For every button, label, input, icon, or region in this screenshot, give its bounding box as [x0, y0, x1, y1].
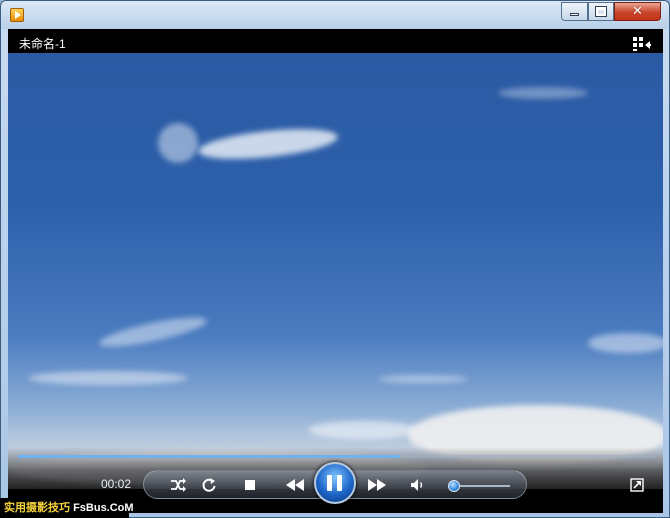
- repeat-icon: [202, 478, 216, 492]
- shuffle-button[interactable]: [166, 475, 190, 495]
- repeat-button[interactable]: [197, 475, 221, 495]
- sky-cloud: [308, 421, 418, 439]
- video-display[interactable]: [8, 53, 663, 489]
- shuffle-icon: [171, 478, 186, 492]
- pause-icon: [327, 475, 332, 491]
- next-button[interactable]: [363, 475, 391, 495]
- media-title: 未命名-1: [19, 37, 66, 51]
- media-player-window: ✕ 未命名-1 00:02: [0, 0, 670, 518]
- elapsed-time: 00:02: [101, 477, 132, 491]
- sky-cloud: [378, 375, 468, 383]
- maximize-button[interactable]: [588, 2, 614, 21]
- seek-bar[interactable]: [18, 455, 654, 458]
- sky-cloud: [498, 87, 588, 99]
- fullscreen-button[interactable]: [625, 475, 649, 495]
- seek-progress: [18, 455, 400, 458]
- previous-icon: [286, 479, 304, 491]
- pause-button[interactable]: [314, 462, 356, 504]
- player-area: 未命名-1 00:02: [8, 29, 663, 513]
- app-icon[interactable]: [10, 8, 24, 22]
- now-playing-bar: 未命名-1: [8, 29, 663, 53]
- title-bar[interactable]: ✕: [1, 1, 669, 29]
- sky-cloud: [97, 311, 209, 353]
- sky-cloud: [588, 333, 663, 353]
- next-icon: [368, 479, 386, 491]
- sky-cloud: [197, 123, 339, 165]
- close-icon: ✕: [632, 4, 643, 19]
- sky-cloud: [158, 123, 198, 163]
- previous-button[interactable]: [281, 475, 309, 495]
- watermark-site: FsBus.CoM: [73, 502, 134, 514]
- mute-icon: [411, 479, 423, 491]
- maximize-icon: [595, 6, 607, 17]
- sky-cloud: [28, 371, 188, 385]
- close-button[interactable]: ✕: [614, 2, 661, 21]
- stop-icon: [245, 480, 255, 490]
- watermark: 实用摄影技巧 FsBus.CoM: [0, 498, 134, 518]
- switch-to-library-button[interactable]: [633, 37, 651, 51]
- mute-button[interactable]: [406, 475, 430, 495]
- volume-slider[interactable]: [448, 480, 510, 492]
- fullscreen-icon: [630, 478, 644, 492]
- switch-to-library-icon: [633, 37, 651, 51]
- minimize-button[interactable]: [561, 2, 588, 21]
- stop-button[interactable]: [238, 475, 262, 495]
- watermark-brand: 实用摄影技巧: [4, 502, 70, 514]
- minimize-icon: [570, 13, 579, 16]
- pause-icon-bar: [337, 475, 342, 491]
